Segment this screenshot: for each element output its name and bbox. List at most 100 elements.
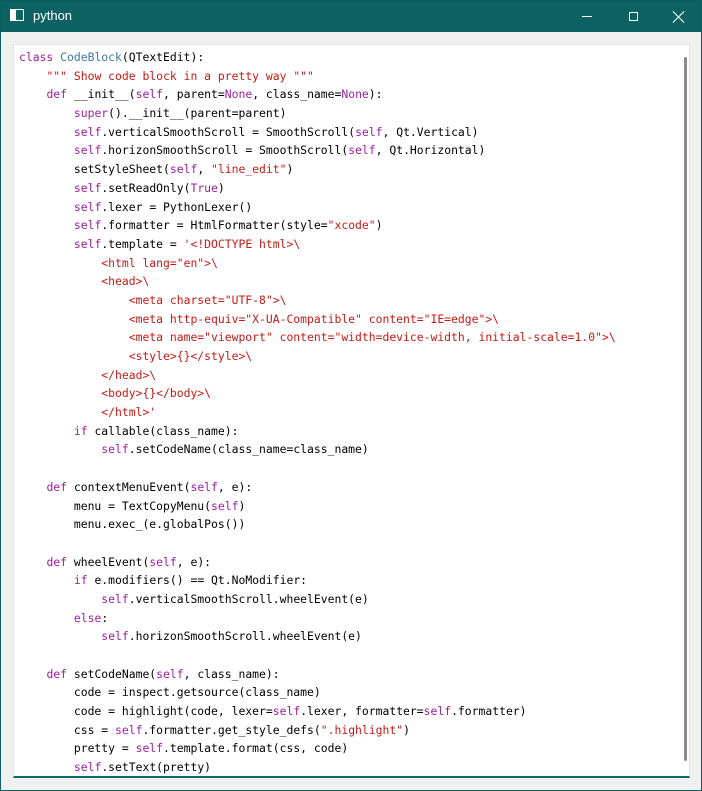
code-token: code = inspect.getsource(class_name) [19, 685, 321, 700]
code-token: , e): [217, 479, 253, 494]
code-token: code = highlight(code, lexer= [19, 704, 273, 719]
maximize-icon [628, 12, 638, 21]
code-token: menu = TextCopyMenu( [19, 498, 212, 513]
code-token: def [46, 87, 68, 102]
code-line: self.horizonSmoothScroll = SmoothScroll(… [19, 141, 616, 160]
code-token: def [46, 554, 68, 569]
code-token: self [149, 554, 177, 569]
code-token: setCodeName( [67, 666, 157, 681]
code-token: </html>' [19, 405, 157, 420]
code-token: None [224, 87, 253, 102]
code-token: (QTextEdit): [121, 50, 205, 64]
code-token: callable(class_name): [87, 423, 239, 438]
code-token: super [73, 106, 109, 121]
code-line: self.setReadOnly(True) [19, 179, 616, 198]
code-token: , class_name= [252, 87, 342, 102]
close-button[interactable] [656, 1, 702, 32]
code-line: css = self.formatter.get_style_defs(".hi… [19, 721, 616, 740]
code-token: , Qt.Vertical) [382, 124, 479, 139]
code-token: menu.exec_(e.globalPos()) [19, 517, 246, 532]
code-token: , Qt.Horizontal) [375, 143, 486, 158]
code-line: <html lang="en">\ [19, 254, 616, 273]
code-token: <meta name="viewport" content="width=dev… [19, 330, 616, 345]
code-token: : [101, 610, 109, 625]
vertical-scrollbar[interactable] [684, 57, 687, 761]
code-line: super().__init__(parent=parent) [19, 104, 616, 123]
code-token: </head>\ [19, 367, 157, 382]
code-token: ().__init__(parent=parent) [108, 106, 287, 121]
code-line: if callable(class_name): [19, 422, 616, 441]
code-token: self [135, 87, 164, 102]
code-line: menu = TextCopyMenu(self) [19, 497, 616, 516]
code-line: def contextMenuEvent(self, e): [19, 478, 616, 497]
code-line: self.setCodeName(class_name=class_name) [19, 440, 616, 459]
code-line: </head>\ [19, 366, 616, 385]
code-token: .horizonSmoothScroll.wheelEvent(e) [128, 629, 362, 644]
maximize-button[interactable] [610, 1, 656, 32]
code-token: .setCodeName(class_name=class_name) [128, 442, 369, 457]
code-token: .lexer = PythonLexer() [101, 199, 253, 214]
code-line: code = highlight(code, lexer=self.lexer,… [19, 702, 616, 721]
code-line: self.formatter = HtmlFormatter(style="xc… [19, 216, 616, 235]
code-token: self [73, 143, 102, 158]
code-token: "xcode" [327, 218, 376, 233]
code-line: else: [19, 609, 616, 628]
code-token: .template = [101, 236, 184, 251]
code-token: self [211, 498, 239, 513]
code-line: def wheelEvent(self, e): [19, 553, 616, 572]
code-token: else [73, 610, 102, 625]
code-token: self [169, 162, 198, 177]
code-token: contextMenuEvent( [67, 479, 191, 494]
code-line: menu.exec_(e.globalPos()) [19, 515, 616, 534]
code-token: , [197, 162, 212, 177]
code-token: .setReadOnly( [101, 180, 191, 195]
code-token: ) [238, 498, 246, 513]
code-line: self.horizonSmoothScroll.wheelEvent(e) [19, 627, 616, 646]
code-token: '<!DOCTYPE html>\ [183, 236, 301, 251]
code-token: <meta charset="UTF-8">\ [19, 292, 287, 307]
code-line: <meta http-equiv="X-UA-Compatible" conte… [19, 310, 616, 329]
code-editor[interactable]: class CodeBlock(QTextEdit): """ Show cod… [13, 44, 690, 778]
code-token: def [46, 666, 68, 681]
code-token: self [73, 236, 102, 251]
code-line: pretty = self.template.format(css, code) [19, 739, 616, 758]
code-token: self [190, 479, 218, 494]
code-line: code = inspect.getsource(class_name) [19, 683, 616, 702]
code-line: <meta charset="UTF-8">\ [19, 291, 616, 310]
code-token: setStyleSheet( [19, 162, 170, 177]
code-token: e.modifiers() == Qt.NoModifier: [87, 573, 308, 588]
minimize-button[interactable] [564, 1, 610, 32]
code-token: .template.format(css, code) [163, 741, 349, 756]
close-icon [673, 11, 685, 23]
code-line: self.template = '<!DOCTYPE html>\ [19, 235, 616, 254]
minimize-icon [582, 16, 592, 17]
code-token: "line_edit" [211, 162, 287, 177]
code-token: ) [375, 218, 383, 233]
code-token: self [73, 199, 102, 214]
code-token: .formatter.get_style_defs( [142, 722, 321, 737]
title-bar[interactable]: python [1, 1, 701, 32]
code-line: self.verticalSmoothScroll.wheelEvent(e) [19, 590, 616, 609]
code-line: if e.modifiers() == Qt.NoModifier: [19, 571, 616, 590]
code-token: css = [19, 722, 116, 737]
code-token: .lexer, formatter= [300, 704, 424, 719]
code-token: ): [368, 87, 383, 102]
code-token: .verticalSmoothScroll = SmoothScroll( [101, 124, 356, 139]
code-line: self.setText(pretty) [19, 758, 616, 776]
code-token: <meta http-equiv="X-UA-Compatible" conte… [19, 311, 500, 326]
code-token: class [19, 50, 54, 64]
code-token: self [156, 666, 184, 681]
code-token: CodeBlock [60, 50, 122, 64]
code-token: self [115, 722, 143, 737]
